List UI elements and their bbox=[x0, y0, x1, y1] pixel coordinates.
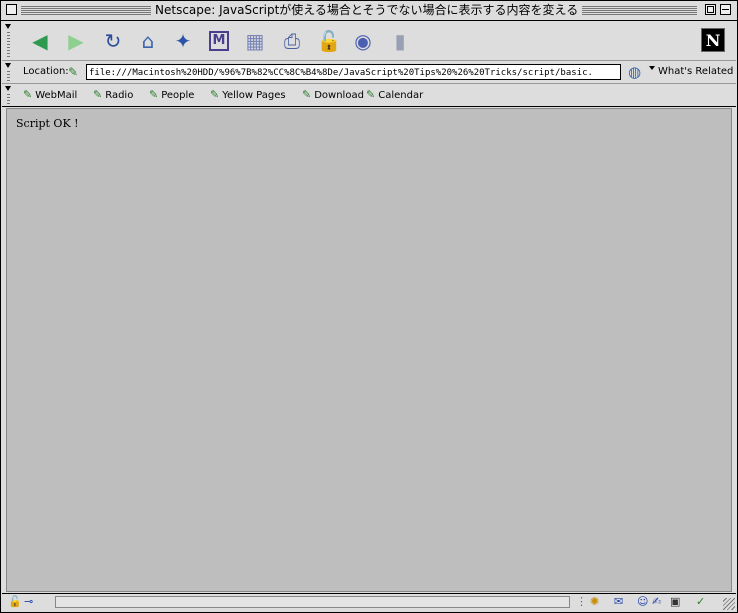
navigator-icon[interactable]: ✺ bbox=[590, 595, 599, 609]
location-toolbar: Location: ✎ file:///Macintosh%20HDD/%96%… bbox=[2, 61, 736, 84]
bookmark-label: Radio bbox=[105, 90, 134, 101]
page-content[interactable]: Script OK ! bbox=[6, 108, 732, 592]
bookmark-calendar[interactable]: ✎ Calendar bbox=[366, 87, 423, 103]
personal-toolbar: ✎ WebMail ✎ Radio ✎ People ✎ Yellow Pages ✎ D… bbox=[2, 84, 736, 107]
toolbar-collapse-grip[interactable] bbox=[4, 22, 12, 60]
back-button[interactable]: ◀ bbox=[28, 29, 52, 53]
forward-button[interactable]: ▶ bbox=[64, 29, 88, 53]
bookmark-label: People bbox=[161, 90, 195, 101]
aim-icon[interactable]: ▣ bbox=[670, 595, 680, 609]
whats-related-icon[interactable]: ◍ bbox=[628, 63, 641, 81]
search-button[interactable]: ✦ bbox=[171, 29, 195, 53]
bookmark-label: WebMail bbox=[35, 90, 78, 101]
composer-icon[interactable]: ✍ bbox=[652, 595, 661, 609]
window-title: Netscape: JavaScriptが使える場合とそうでない場合に表示する内… bbox=[151, 3, 583, 18]
stop-icon: ▮ bbox=[394, 29, 406, 53]
bookmark-download[interactable]: ✎ Download bbox=[302, 87, 364, 103]
home-button[interactable]: ⌂ bbox=[136, 29, 160, 53]
zoom-box-icon[interactable] bbox=[705, 4, 716, 15]
calendar-icon[interactable]: ✓ bbox=[696, 595, 705, 609]
print-button[interactable]: ⎙ bbox=[280, 29, 304, 53]
security-status-icon[interactable]: 🔓 bbox=[8, 595, 22, 609]
images-icon: ▦ bbox=[245, 29, 265, 53]
bookmark-label: Download bbox=[314, 90, 364, 101]
page-text: Script OK ! bbox=[16, 117, 79, 130]
search-icon: ✦ bbox=[174, 29, 192, 53]
security-lock-icon: 🔓 bbox=[316, 29, 342, 53]
close-box-icon[interactable] bbox=[6, 4, 17, 15]
bookmark-label: Yellow Pages bbox=[222, 90, 286, 101]
navigation-toolbar: ◀ ▶ ↻ ⌂ ✦ M ▦ ⎙ 🔓 ◉ ▮ N bbox=[2, 22, 736, 61]
netscape-logo-icon[interactable]: N bbox=[701, 28, 725, 52]
status-message-field bbox=[55, 596, 570, 608]
address-book-icon[interactable]: ☺ bbox=[637, 595, 648, 609]
url-field[interactable]: file:///Macintosh%20HDD/%96%7B%82%CC%8C%… bbox=[86, 64, 621, 80]
images-button[interactable]: ▦ bbox=[243, 29, 267, 53]
bookmark-icon: ✎ bbox=[149, 88, 159, 101]
connection-status-icon[interactable]: ⊸ bbox=[24, 595, 33, 609]
whats-related-button[interactable]: What's Related bbox=[658, 65, 733, 79]
security-button[interactable]: 🔓 bbox=[316, 29, 342, 53]
stop-button[interactable]: ▮ bbox=[388, 29, 412, 53]
bookmark-radio[interactable]: ✎ Radio bbox=[93, 87, 133, 103]
browser-window: Netscape: JavaScriptが使える場合とそうでない場合に表示する内… bbox=[0, 0, 738, 613]
location-collapse-grip[interactable] bbox=[4, 61, 12, 83]
bookmark-icon: ✎ bbox=[93, 88, 103, 101]
print-icon: ⎙ bbox=[284, 29, 300, 53]
bookmark-yellow-pages[interactable]: ✎ Yellow Pages bbox=[210, 87, 286, 103]
my-netscape-button[interactable]: M bbox=[207, 29, 231, 53]
bookmark-people[interactable]: ✎ People bbox=[149, 87, 194, 103]
shop-icon: ◉ bbox=[354, 29, 372, 53]
bookmark-icon: ✎ bbox=[210, 88, 220, 101]
shop-button[interactable]: ◉ bbox=[351, 29, 375, 53]
resize-grip-icon[interactable] bbox=[723, 598, 735, 610]
reload-icon: ↻ bbox=[104, 29, 122, 53]
forward-arrow-icon: ▶ bbox=[68, 29, 84, 53]
component-bar-grip-icon[interactable]: ⋮ bbox=[576, 595, 587, 609]
personal-toolbar-collapse-grip[interactable] bbox=[4, 84, 12, 106]
bookmark-icon: ✎ bbox=[23, 88, 33, 101]
my-netscape-icon: M bbox=[208, 31, 230, 51]
title-bar[interactable]: Netscape: JavaScriptが使える場合とそうでない場合に表示する内… bbox=[1, 1, 737, 21]
reload-button[interactable]: ↻ bbox=[101, 29, 125, 53]
home-icon: ⌂ bbox=[141, 29, 155, 53]
bookmark-icon: ✎ bbox=[302, 88, 312, 101]
bookmark-icon: ✎ bbox=[366, 88, 376, 101]
bookmark-label: Calendar bbox=[378, 90, 424, 101]
status-bar: 🔓 ⊸ ⋮ ✺ ✉ ☺ ✍ ▣ ✓ bbox=[2, 593, 736, 611]
back-arrow-icon: ◀ bbox=[32, 29, 48, 53]
mail-icon[interactable]: ✉ bbox=[614, 595, 623, 609]
page-proxy-icon[interactable]: ✎ bbox=[68, 64, 78, 80]
whats-related-dropdown-icon[interactable] bbox=[649, 66, 655, 70]
bookmark-webmail[interactable]: ✎ WebMail bbox=[23, 87, 77, 103]
location-label: Location: bbox=[23, 66, 69, 77]
collapse-box-icon[interactable] bbox=[720, 4, 731, 15]
